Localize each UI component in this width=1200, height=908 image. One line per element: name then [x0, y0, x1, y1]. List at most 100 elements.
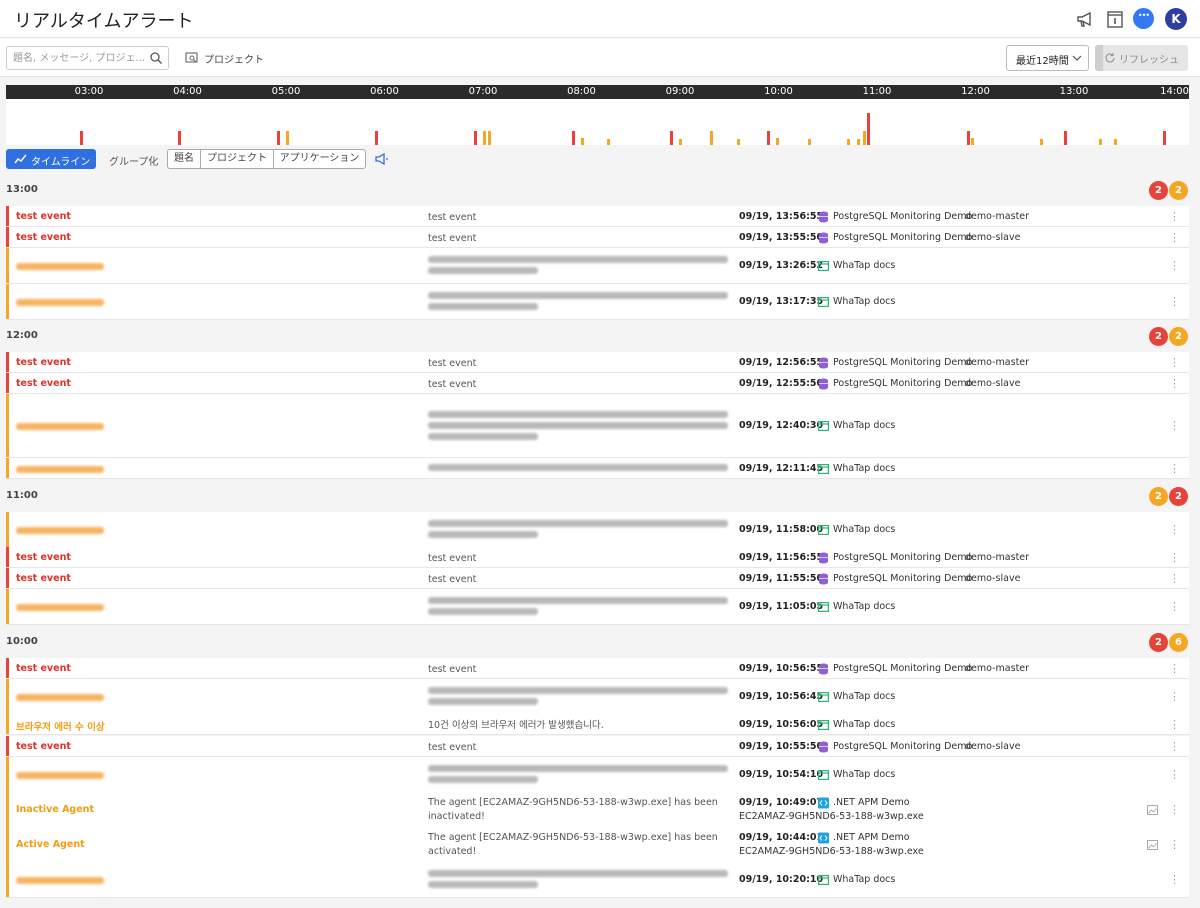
image-icon[interactable]	[1147, 840, 1158, 850]
alert-row[interactable]: 09/19, 11:58:00 WhaTap docs	[6, 512, 1189, 548]
more-options-icon[interactable]	[1168, 600, 1180, 614]
alert-agent[interactable]: demo-slave	[965, 741, 1020, 752]
group-by-title-button[interactable]: 題名	[167, 149, 201, 169]
alert-row[interactable]: 브라우저 에러 수 이상 10건 이상의 브라우저 에러가 발생했습니다. 09/1…	[6, 714, 1189, 735]
alert-row[interactable]: 09/19, 13:17:35 WhaTap docs	[6, 284, 1189, 320]
alert-project[interactable]: PostgreSQL Monitoring Demo	[818, 573, 972, 584]
critical-alert-mark[interactable]	[80, 131, 83, 145]
warning-alert-mark[interactable]	[679, 139, 682, 145]
more-options-icon[interactable]	[1168, 419, 1180, 433]
alert-row[interactable]: test event test event 09/19, 12:56:55 Postg…	[6, 352, 1189, 373]
sound-toggle-icon[interactable]	[375, 153, 389, 165]
more-options-icon[interactable]	[1168, 768, 1180, 782]
alert-project[interactable]: PostgreSQL Monitoring Demo	[818, 552, 972, 563]
more-options-icon[interactable]	[1168, 210, 1180, 224]
warning-alert-mark[interactable]	[710, 131, 713, 145]
warning-alert-mark[interactable]	[581, 138, 584, 145]
alert-project[interactable]: WhaTap docs	[818, 601, 895, 613]
alert-project[interactable]: WhaTap docs	[818, 260, 895, 272]
more-options-icon[interactable]	[1168, 231, 1180, 245]
info-panel-icon[interactable]	[1105, 9, 1125, 29]
critical-alert-mark[interactable]	[375, 131, 378, 145]
alert-project[interactable]: WhaTap docs	[818, 463, 895, 474]
critical-alert-mark[interactable]	[867, 113, 870, 145]
warning-alert-mark[interactable]	[971, 138, 974, 145]
alert-project[interactable]: WhaTap docs	[818, 420, 895, 432]
more-options-icon[interactable]	[1168, 551, 1180, 565]
alert-row[interactable]: test event test event 09/19, 10:56:55 Postg…	[6, 658, 1189, 679]
alert-row[interactable]: 09/19, 10:54:10 WhaTap docs	[6, 757, 1189, 793]
warning-alert-mark[interactable]	[1099, 139, 1102, 145]
more-options-icon[interactable]	[1168, 873, 1180, 887]
refresh-button[interactable]: リフレッシュ	[1095, 45, 1188, 71]
warning-alert-mark[interactable]	[1114, 139, 1117, 145]
alert-agent[interactable]: demo-slave	[965, 378, 1020, 389]
critical-alert-mark[interactable]	[572, 131, 575, 145]
group-by-project-button[interactable]: プロジェクト	[200, 149, 274, 169]
alert-project[interactable]: PostgreSQL Monitoring Demo	[818, 232, 972, 243]
alert-project[interactable]: WhaTap docs	[818, 296, 895, 308]
warning-alert-mark[interactable]	[863, 131, 866, 145]
warning-alert-mark[interactable]	[286, 131, 289, 145]
alert-agent[interactable]: demo-slave	[965, 573, 1020, 584]
more-options-icon[interactable]	[1168, 572, 1180, 586]
alert-project[interactable]: .NET APM Demo	[818, 797, 910, 809]
alert-row[interactable]: Active Agent The agent [EC2AMAZ-9GH5ND6-5…	[6, 827, 1189, 863]
alert-agent[interactable]: demo-master	[965, 357, 1029, 368]
more-options-icon[interactable]	[1168, 356, 1180, 370]
image-icon[interactable]	[1147, 805, 1158, 815]
more-options-icon[interactable]	[1168, 740, 1180, 754]
more-options-icon[interactable]	[1168, 377, 1180, 391]
warning-alert-mark[interactable]	[808, 139, 811, 145]
more-options-icon[interactable]	[1168, 838, 1180, 852]
more-options-icon[interactable]	[1168, 462, 1180, 476]
more-options-icon[interactable]	[1168, 523, 1180, 537]
alert-agent[interactable]: demo-slave	[965, 232, 1020, 243]
alert-row[interactable]: Inactive Agent The agent [EC2AMAZ-9GH5ND6…	[6, 792, 1189, 828]
critical-alert-mark[interactable]	[1064, 131, 1067, 145]
alert-row[interactable]: 09/19, 12:11:45 WhaTap docs	[6, 458, 1189, 479]
critical-alert-mark[interactable]	[474, 131, 477, 145]
avatar[interactable]: K	[1165, 8, 1187, 30]
warning-alert-mark[interactable]	[776, 138, 779, 145]
more-options-icon[interactable]	[1168, 690, 1180, 704]
more-options-icon[interactable]	[1168, 259, 1180, 273]
alert-row[interactable]: test event test event 09/19, 13:55:50 Postg…	[6, 227, 1189, 248]
alert-row[interactable]: test event test event 09/19, 13:56:55 Postg…	[6, 206, 1189, 227]
timeline-view-button[interactable]: タイムライン	[6, 149, 96, 169]
timeline-chart[interactable]	[6, 99, 1189, 145]
warning-alert-mark[interactable]	[1040, 139, 1043, 145]
alert-agent[interactable]: EC2AMAZ-9GH5ND6-53-188-w3wp.exe	[739, 846, 924, 857]
alert-row[interactable]: test event test event 09/19, 10:55:50 Postg…	[6, 736, 1189, 757]
more-options-icon[interactable]	[1168, 295, 1180, 309]
alert-project[interactable]: WhaTap docs	[818, 691, 895, 703]
search-input[interactable]	[7, 47, 147, 69]
alert-agent[interactable]: demo-master	[965, 663, 1029, 674]
alert-project[interactable]: WhaTap docs	[818, 769, 895, 781]
warning-alert-mark[interactable]	[483, 131, 486, 145]
alert-row[interactable]: 09/19, 10:20:10 WhaTap docs	[6, 862, 1189, 898]
alert-project[interactable]: PostgreSQL Monitoring Demo	[818, 663, 972, 674]
megaphone-icon[interactable]	[1075, 9, 1095, 29]
warning-alert-mark[interactable]	[737, 139, 740, 145]
critical-alert-mark[interactable]	[277, 131, 280, 145]
search-icon[interactable]	[149, 51, 163, 65]
critical-alert-mark[interactable]	[967, 131, 970, 145]
warning-alert-mark[interactable]	[847, 139, 850, 145]
more-options-icon[interactable]	[1168, 803, 1180, 817]
alert-project[interactable]: PostgreSQL Monitoring Demo	[818, 378, 972, 389]
critical-alert-mark[interactable]	[1163, 131, 1166, 145]
time-range-select[interactable]: 最近12時間	[1006, 45, 1089, 71]
alert-project[interactable]: PostgreSQL Monitoring Demo	[818, 741, 972, 752]
critical-alert-mark[interactable]	[178, 131, 181, 145]
warning-alert-mark[interactable]	[607, 139, 610, 145]
alert-row[interactable]: 09/19, 12:40:30 WhaTap docs	[6, 394, 1189, 458]
project-filter-button[interactable]: プロジェクト	[185, 51, 264, 67]
alert-project[interactable]: .NET APM Demo	[818, 832, 910, 844]
alert-project[interactable]: WhaTap docs	[818, 719, 895, 730]
alert-row[interactable]: 09/19, 13:26:52 WhaTap docs	[6, 248, 1189, 284]
critical-alert-mark[interactable]	[670, 131, 673, 145]
more-options-icon[interactable]	[1168, 718, 1180, 732]
alert-row[interactable]: 09/19, 10:56:45 WhaTap docs	[6, 679, 1189, 715]
alert-agent[interactable]: demo-master	[965, 211, 1029, 222]
